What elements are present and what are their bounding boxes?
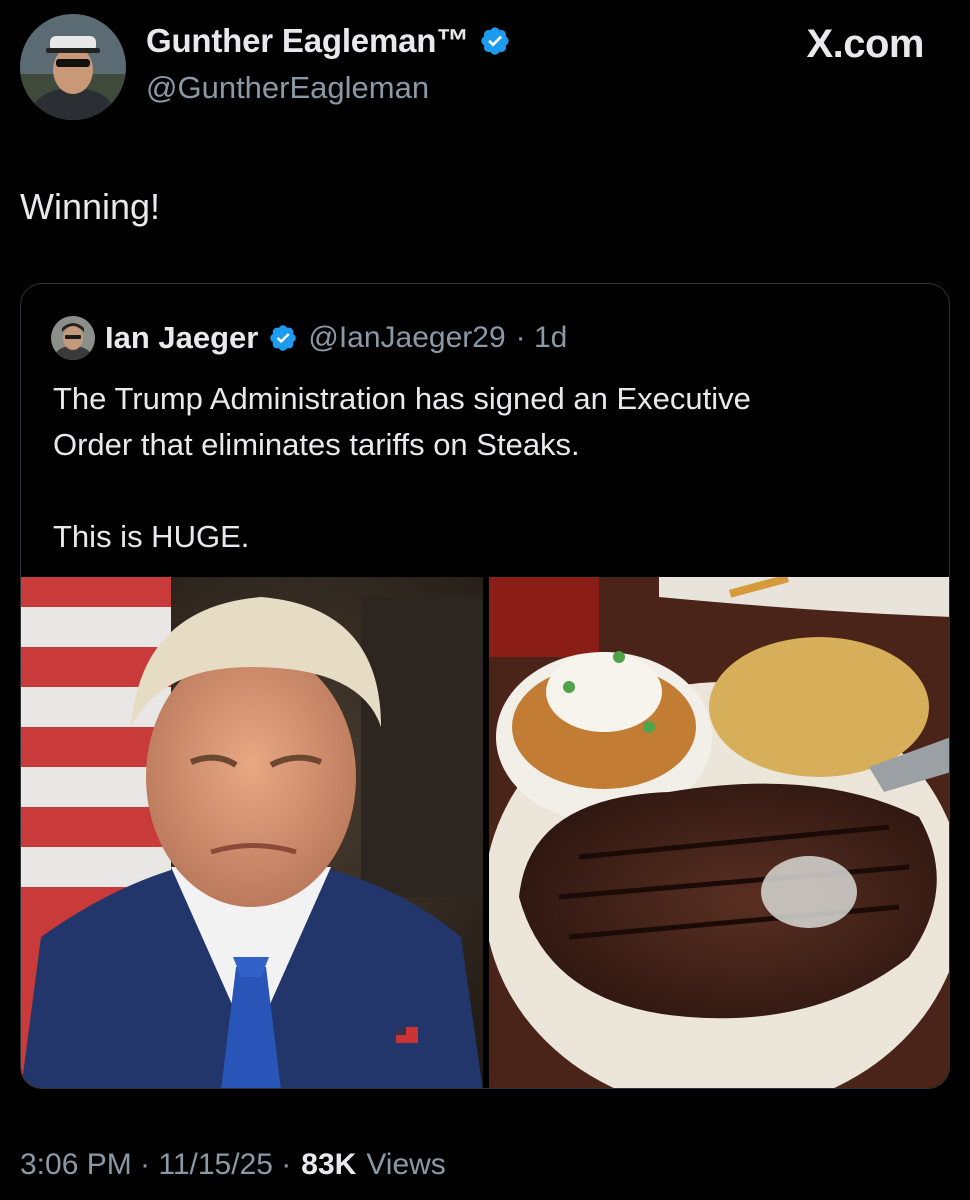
quoted-author-handle[interactable]: @IanJaeger29 <box>308 321 505 355</box>
views-label: Views <box>366 1148 446 1181</box>
quoted-post-card[interactable]: Ian Jaeger @IanJaeger29 · 1d The Trump A… <box>20 283 950 1089</box>
author-name-row: Gunther Eagleman™ <box>146 22 511 60</box>
portrait-photo[interactable] <box>21 577 483 1088</box>
author-avatar[interactable] <box>20 14 126 120</box>
author-handle[interactable]: @GuntherEagleman <box>146 70 429 106</box>
steak-dinner-photo[interactable] <box>489 577 949 1088</box>
quoted-post-header: Ian Jaeger @IanJaeger29 · 1d <box>51 314 567 362</box>
views-count: 83K <box>301 1148 357 1181</box>
post-footer: 3:06 PM · 11/15/25 · 83K Views <box>20 1148 446 1182</box>
post-text: Winning! <box>20 186 161 227</box>
quoted-verified-badge-icon <box>270 325 297 351</box>
post-timestamp[interactable]: 3:06 PM · 11/15/25 · <box>20 1148 291 1182</box>
quoted-author-display-name[interactable]: Ian Jaeger <box>105 320 258 356</box>
quoted-post-media <box>21 577 949 1088</box>
post-header: Gunther Eagleman™ @GuntherEagleman X.com <box>20 14 950 124</box>
author-display-name[interactable]: Gunther Eagleman™ <box>146 22 469 60</box>
verified-badge-icon <box>481 27 509 55</box>
quoted-post-text: The Trump Administration has signed an E… <box>53 381 751 554</box>
x-brand-logo: X.com <box>806 22 924 66</box>
quoted-post-age: · 1d <box>515 321 568 354</box>
quoted-author-avatar[interactable] <box>51 316 95 360</box>
